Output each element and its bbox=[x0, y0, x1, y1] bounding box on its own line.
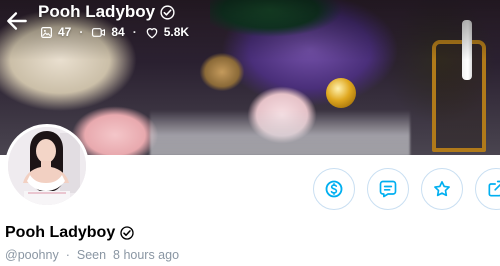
avatar-illustration bbox=[8, 127, 86, 205]
verified-badge-icon bbox=[120, 226, 134, 240]
likes-stat: 5.8K bbox=[145, 25, 189, 39]
handle-row: @poohny · Seen 8 hours ago bbox=[5, 248, 179, 262]
message-button[interactable] bbox=[367, 168, 409, 210]
favorite-button[interactable] bbox=[421, 168, 463, 210]
photos-count: 47 bbox=[58, 25, 72, 39]
videos-count: 84 bbox=[111, 25, 125, 39]
arrow-left-icon bbox=[7, 12, 27, 30]
cover-ornament-detail bbox=[326, 78, 356, 108]
cover-image bbox=[0, 0, 500, 155]
profile-handle: @poohny bbox=[5, 248, 59, 262]
star-icon bbox=[434, 181, 450, 197]
videos-stat: 84 bbox=[91, 25, 125, 39]
share-button[interactable] bbox=[475, 168, 500, 210]
dollar-icon bbox=[325, 180, 343, 198]
message-icon bbox=[379, 180, 397, 198]
header-stats: 47 · 84 · 5.8K bbox=[40, 25, 189, 39]
header-title: Pooh Ladyboy bbox=[38, 2, 156, 21]
stat-separator: · bbox=[79, 25, 84, 39]
share-icon bbox=[488, 180, 500, 197]
stat-separator: · bbox=[132, 25, 137, 39]
heart-icon bbox=[146, 27, 158, 38]
last-seen-text: Seen 8 hours ago bbox=[76, 248, 180, 262]
cover-fur-detail bbox=[150, 110, 410, 155]
avatar-photo bbox=[8, 127, 86, 205]
profile-actions bbox=[313, 168, 500, 210]
profile-name-row: Pooh Ladyboy bbox=[5, 224, 135, 242]
handle-separator: · bbox=[65, 248, 70, 262]
verified-badge-icon bbox=[160, 4, 175, 20]
image-icon bbox=[41, 26, 52, 38]
tip-button[interactable] bbox=[313, 168, 355, 210]
video-icon bbox=[92, 27, 106, 37]
profile-name: Pooh Ladyboy bbox=[5, 224, 116, 241]
header-title-row: Pooh Ladyboy bbox=[38, 2, 176, 22]
avatar[interactable] bbox=[5, 124, 89, 208]
photos-stat: 47 bbox=[40, 25, 71, 39]
back-button[interactable] bbox=[4, 8, 30, 34]
likes-count: 5.8K bbox=[163, 25, 190, 39]
